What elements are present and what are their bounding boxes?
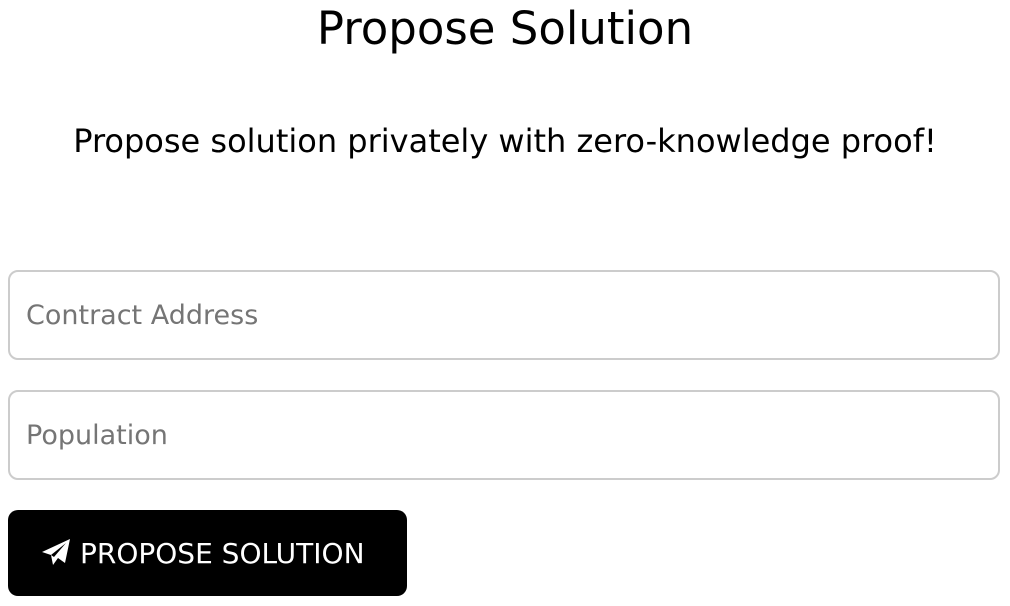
propose-solution-button[interactable]: PROPOSE SOLUTION [8, 510, 407, 596]
propose-solution-page: Propose Solution Propose solution privat… [0, 0, 1010, 606]
contract-address-input[interactable] [8, 270, 1000, 360]
propose-solution-label: PROPOSE SOLUTION [80, 536, 365, 570]
page-title: Propose Solution [316, 2, 694, 55]
population-input[interactable] [8, 390, 1000, 480]
paper-plane-icon [40, 537, 72, 569]
page-subtitle: Propose solution privately with zero-kno… [73, 122, 937, 160]
